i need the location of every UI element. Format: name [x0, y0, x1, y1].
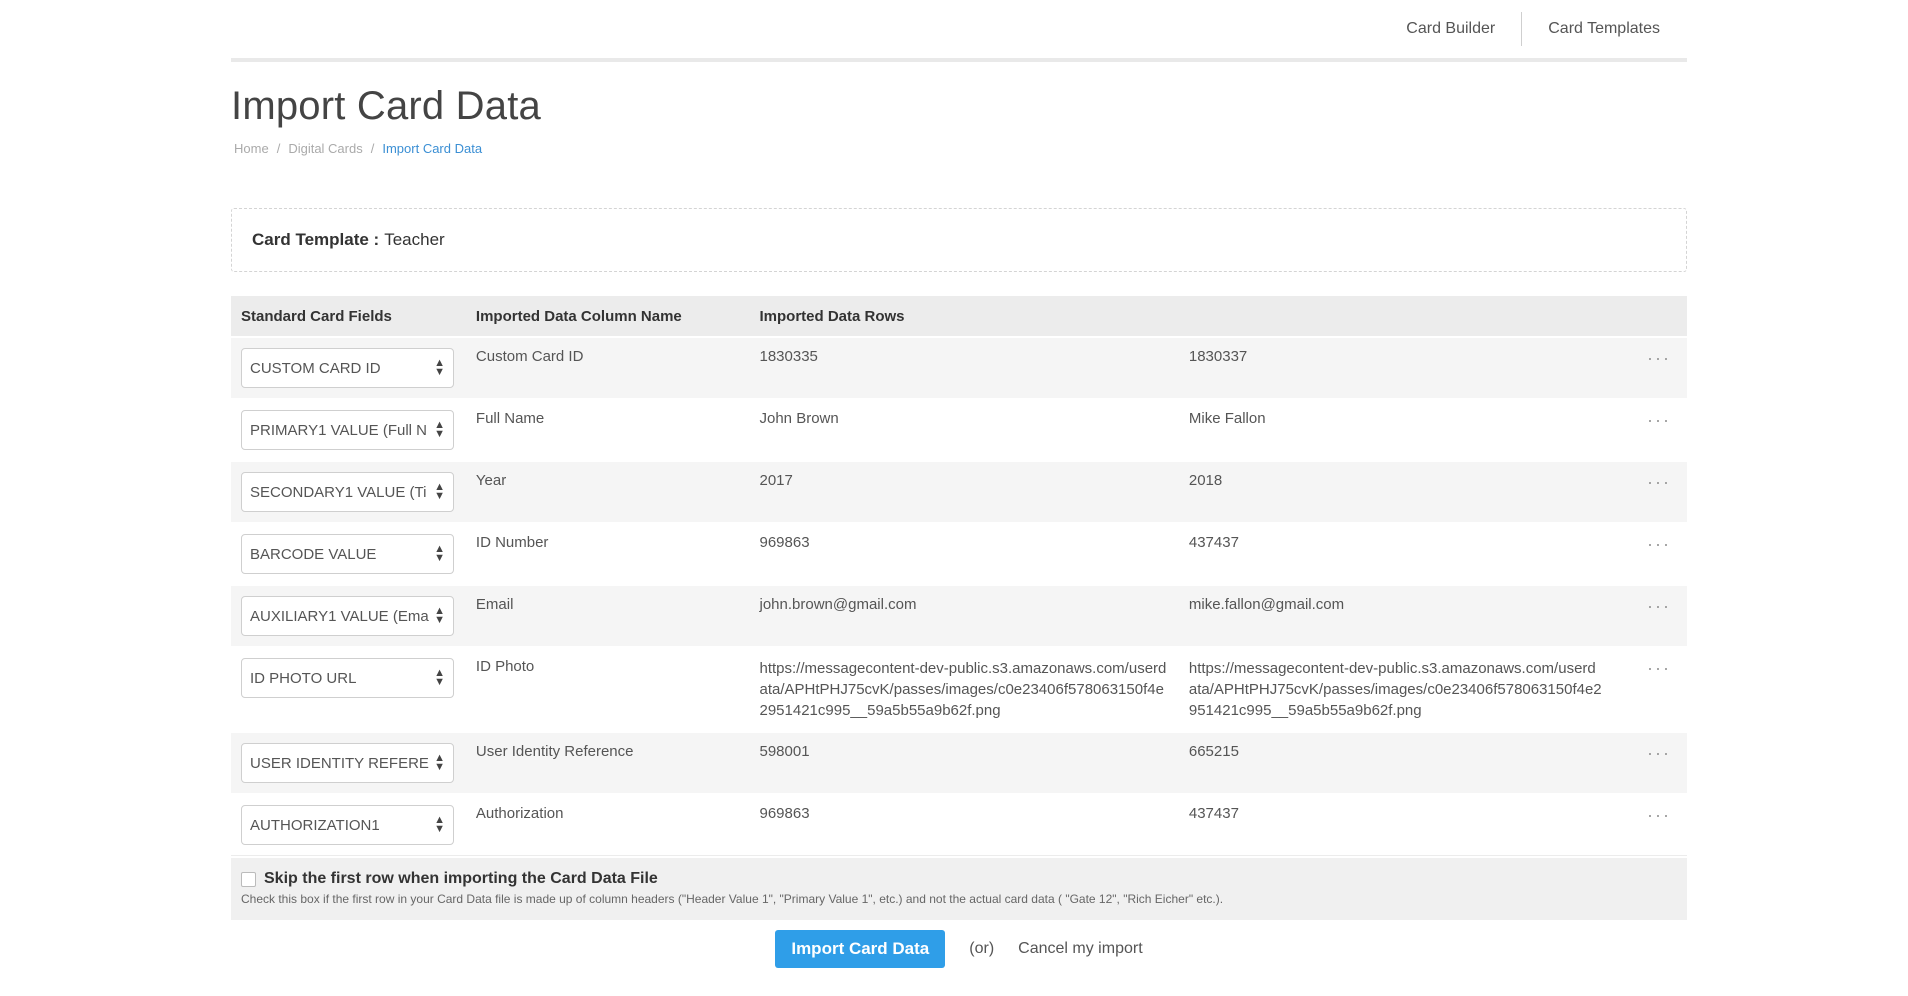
header-standard-card-fields: Standard Card Fields	[231, 296, 466, 337]
column-name: Year	[465, 460, 750, 524]
field-select-value: USER IDENTITY REFEREN	[250, 754, 431, 772]
header-imported-data-rows: Imported Data Rows	[749, 296, 1179, 337]
more-icon[interactable]: ···	[1647, 596, 1677, 617]
header-empty	[1178, 296, 1613, 337]
field-select[interactable]: ID PHOTO URL ▲ ▼	[241, 658, 454, 698]
top-nav: Card Builder Card Templates	[231, 0, 1687, 62]
skip-first-row-section: Skip the first row when importing the Ca…	[231, 858, 1687, 920]
field-select-value: PRIMARY1 VALUE (Full N	[250, 421, 427, 439]
more-icon[interactable]: ···	[1647, 410, 1677, 431]
field-select-value: SECONDARY1 VALUE (Ti	[250, 483, 427, 501]
table-row: SECONDARY1 VALUE (Ti ▲ ▼ Year 2017 2018 ··…	[231, 460, 1687, 524]
data-row-1: 2017	[749, 460, 1179, 524]
data-row-2: 437437	[1178, 793, 1613, 856]
select-arrows-icon: ▲ ▼	[434, 419, 445, 440]
skip-first-row-checkbox[interactable]	[241, 871, 256, 887]
field-select[interactable]: SECONDARY1 VALUE (Ti ▲ ▼	[241, 472, 454, 512]
header-imported-column-name: Imported Data Column Name	[465, 296, 750, 337]
table-row: USER IDENTITY REFEREN ▲ ▼ User Identity Re…	[231, 731, 1687, 795]
data-row-1: 1830335	[749, 336, 1179, 400]
page-container: Card Builder Card Templates Import Card …	[231, 0, 1687, 968]
breadcrumb-separator: /	[370, 141, 375, 156]
breadcrumb-digital-cards[interactable]: Digital Cards	[288, 141, 362, 156]
table-row: CUSTOM CARD ID ▲ ▼ Custom Card ID 1830335 …	[231, 336, 1687, 400]
data-row-1: john.brown@gmail.com	[749, 584, 1179, 648]
more-icon[interactable]: ···	[1647, 348, 1677, 369]
column-name: Authorization	[465, 793, 750, 856]
column-name: User Identity Reference	[465, 731, 750, 795]
column-name: Custom Card ID	[465, 336, 750, 400]
data-row-2: 1830337	[1178, 336, 1613, 400]
field-select[interactable]: AUXILIARY1 VALUE (Ema ▲ ▼	[241, 596, 454, 636]
table-row: AUXILIARY1 VALUE (Ema ▲ ▼ Email john.brown…	[231, 584, 1687, 648]
breadcrumb-home[interactable]: Home	[234, 141, 269, 156]
column-name: ID Number	[465, 522, 750, 586]
nav-card-builder[interactable]: Card Builder	[1380, 14, 1521, 44]
skip-first-row-checkbox-label[interactable]: Skip the first row when importing the Ca…	[241, 870, 1677, 888]
select-arrows-icon: ▲ ▼	[434, 357, 445, 378]
select-arrows-icon: ▲ ▼	[434, 814, 445, 835]
nav-card-templates[interactable]: Card Templates	[1522, 14, 1660, 44]
table-row: ID PHOTO URL ▲ ▼ ID Photo https://messagec…	[231, 646, 1687, 733]
select-arrows-icon: ▲ ▼	[434, 543, 445, 564]
data-row-1: 969863	[749, 793, 1179, 856]
more-icon[interactable]: ···	[1647, 658, 1677, 679]
data-row-2: Mike Fallon	[1178, 398, 1613, 462]
breadcrumb: Home / Digital Cards / Import Card Data	[231, 141, 1687, 156]
select-arrows-icon: ▲ ▼	[434, 481, 445, 502]
card-template-value: Teacher	[384, 230, 445, 249]
or-separator: (or)	[969, 940, 995, 957]
select-arrows-icon: ▲ ▼	[434, 605, 445, 626]
skip-first-row-help: Check this box if the first row in your …	[241, 892, 1224, 906]
top-nav-links: Card Builder Card Templates	[1380, 12, 1660, 46]
table-header-row: Standard Card Fields Imported Data Colum…	[231, 296, 1687, 337]
data-row-1: John Brown	[749, 398, 1179, 462]
field-select-value: AUTHORIZATION1	[250, 816, 380, 834]
breadcrumb-separator: /	[276, 141, 281, 156]
card-template-box: Card Template : Teacher	[231, 208, 1687, 272]
more-icon[interactable]: ···	[1647, 534, 1677, 555]
card-template-label: Card Template :	[252, 230, 380, 249]
column-name: Email	[465, 584, 750, 648]
more-icon[interactable]: ···	[1647, 743, 1677, 764]
skip-first-row-label: Skip the first row when importing the Ca…	[264, 870, 658, 887]
data-row-2: https://messagecontent-dev-public.s3.ama…	[1178, 646, 1613, 733]
column-name: ID Photo	[465, 646, 750, 733]
field-select-value: AUXILIARY1 VALUE (Ema	[250, 607, 429, 625]
field-select[interactable]: BARCODE VALUE ▲ ▼	[241, 534, 454, 574]
mapping-table: Standard Card Fields Imported Data Colum…	[231, 296, 1687, 856]
data-row-2: mike.fallon@gmail.com	[1178, 584, 1613, 648]
import-card-data-button[interactable]: Import Card Data	[775, 930, 946, 968]
field-select[interactable]: CUSTOM CARD ID ▲ ▼	[241, 348, 454, 388]
breadcrumb-current: Import Card Data	[382, 141, 483, 156]
select-arrows-icon: ▲ ▼	[434, 667, 445, 688]
data-row-2: 665215	[1178, 731, 1613, 795]
page-title: Import Card Data	[231, 84, 541, 128]
data-row-2: 437437	[1178, 522, 1613, 586]
data-row-2: 2018	[1178, 460, 1613, 524]
cancel-import-link[interactable]: Cancel my import	[1018, 940, 1142, 958]
more-icon[interactable]: ···	[1647, 805, 1677, 826]
more-icon[interactable]: ···	[1647, 472, 1677, 493]
field-select[interactable]: AUTHORIZATION1 ▲ ▼	[241, 805, 454, 845]
field-select[interactable]: USER IDENTITY REFEREN ▲ ▼	[241, 743, 454, 783]
table-row: AUTHORIZATION1 ▲ ▼ Authorization 969863 43…	[231, 793, 1687, 856]
data-row-1: 969863	[749, 522, 1179, 586]
field-select-value: ID PHOTO URL	[250, 669, 357, 687]
field-select-value: CUSTOM CARD ID	[250, 359, 381, 377]
table-row: PRIMARY1 VALUE (Full N ▲ ▼ Full Name John …	[231, 398, 1687, 462]
field-select[interactable]: PRIMARY1 VALUE (Full N ▲ ▼	[241, 410, 454, 450]
data-row-1: https://messagecontent-dev-public.s3.ama…	[749, 646, 1179, 733]
field-select-value: BARCODE VALUE	[250, 545, 377, 563]
column-name: Full Name	[465, 398, 750, 462]
table-row: BARCODE VALUE ▲ ▼ ID Number 969863 437437 …	[231, 522, 1687, 586]
data-row-1: 598001	[749, 731, 1179, 795]
header-actions	[1612, 296, 1687, 337]
select-arrows-icon: ▲ ▼	[434, 752, 445, 773]
form-actions: Import Card Data (or) Cancel my import	[231, 930, 1687, 968]
